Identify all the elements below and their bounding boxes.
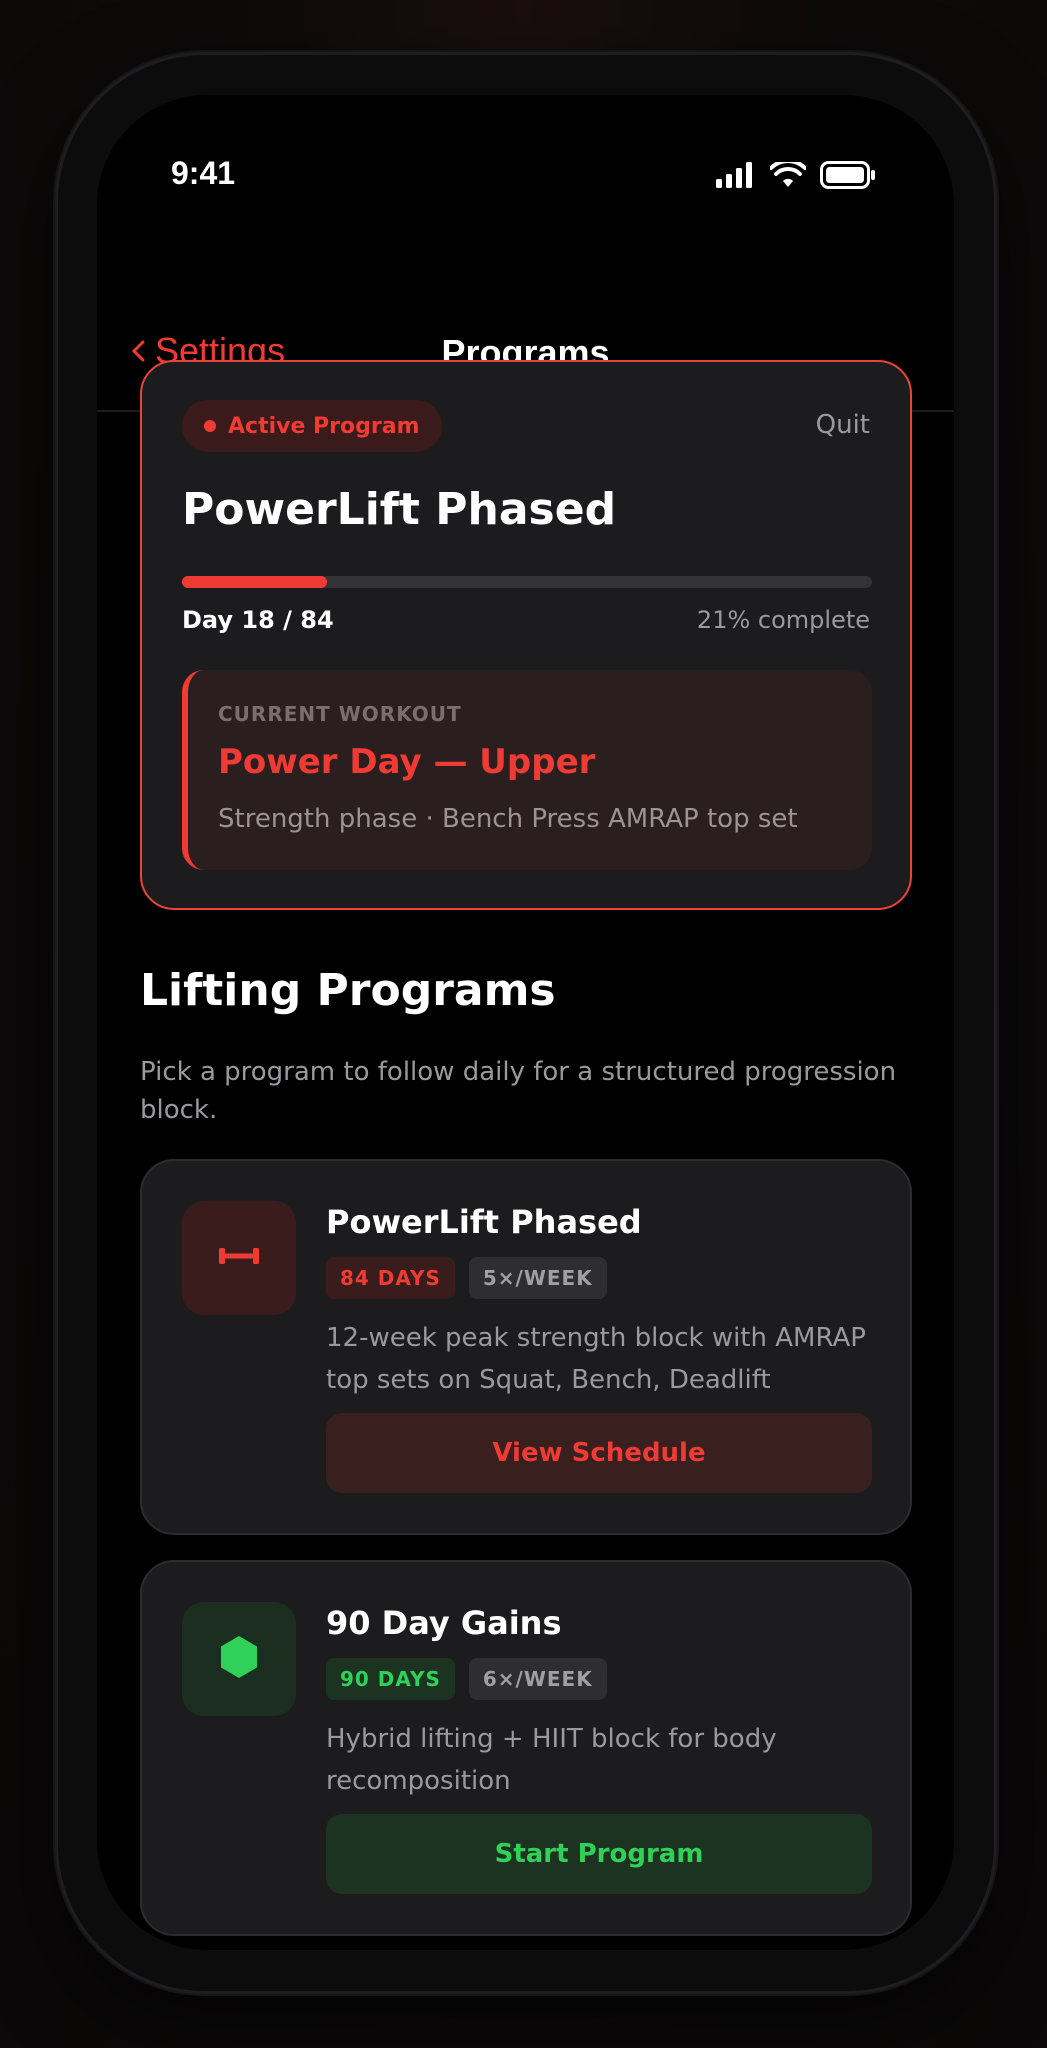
program-percent-complete: 21% complete (696, 606, 870, 634)
start-program-button[interactable]: Start Program (326, 1814, 872, 1894)
view-schedule-button[interactable]: View Schedule (326, 1413, 872, 1493)
program-card: 90 Day Gains 90 DAYS 6×/WEEK Hybrid lift… (140, 1560, 912, 1936)
app-screen: 9:41 Settings Programs Active Program Qu… (97, 95, 954, 1950)
active-program-title: PowerLift Phased (182, 484, 617, 535)
quit-button[interactable]: Quit (816, 410, 870, 440)
program-icon-tile (182, 1201, 296, 1315)
program-tags: 90 DAYS 6×/WEEK (326, 1658, 607, 1700)
program-day-counter: Day 18 / 84 (182, 606, 334, 634)
frequency-tag: 6×/WEEK (468, 1658, 607, 1700)
program-icon-tile (182, 1602, 296, 1716)
battery-icon (820, 161, 876, 193)
program-title: 90 Day Gains (326, 1604, 562, 1642)
current-workout-label: CURRENT WORKOUT (218, 702, 462, 726)
program-description: Hybrid lifting + HIIT block for body rec… (326, 1724, 777, 1796)
current-workout-name: Power Day — Upper (218, 742, 596, 782)
status-icons (716, 158, 876, 193)
wifi-icon (769, 158, 807, 192)
status-bar: 9:41 (97, 95, 954, 255)
program-card: PowerLift Phased 84 DAYS 5×/WEEK 12-week… (140, 1159, 912, 1535)
program-progress-bar (182, 576, 872, 588)
program-description: 12-week peak strength block with AMRAP t… (326, 1323, 866, 1395)
status-time: 9:41 (171, 155, 236, 191)
program-progress-fill (182, 576, 327, 588)
program-title: PowerLift Phased (326, 1203, 642, 1241)
active-program-card: Active Program Quit PowerLift Phased Day… (140, 360, 912, 910)
section-subtitle: Pick a program to follow daily for a str… (140, 1057, 897, 1125)
current-workout-panel[interactable]: CURRENT WORKOUT Power Day — Upper Streng… (182, 670, 872, 870)
duration-tag: 84 DAYS (326, 1257, 455, 1299)
section-title: Lifting Programs (140, 965, 556, 1016)
frequency-tag: 5×/WEEK (468, 1257, 607, 1299)
hexagon-icon (219, 1635, 259, 1683)
active-program-badge: Active Program (182, 400, 442, 452)
program-tags: 84 DAYS 5×/WEEK (326, 1257, 607, 1299)
active-program-badge-label: Active Program (228, 413, 420, 439)
dumbbell-icon (219, 1245, 259, 1271)
cellular-signal-icon (716, 162, 756, 192)
status-dot-icon (204, 420, 216, 432)
current-workout-description: Strength phase · Bench Press AMRAP top s… (218, 804, 798, 834)
duration-tag: 90 DAYS (326, 1658, 455, 1700)
